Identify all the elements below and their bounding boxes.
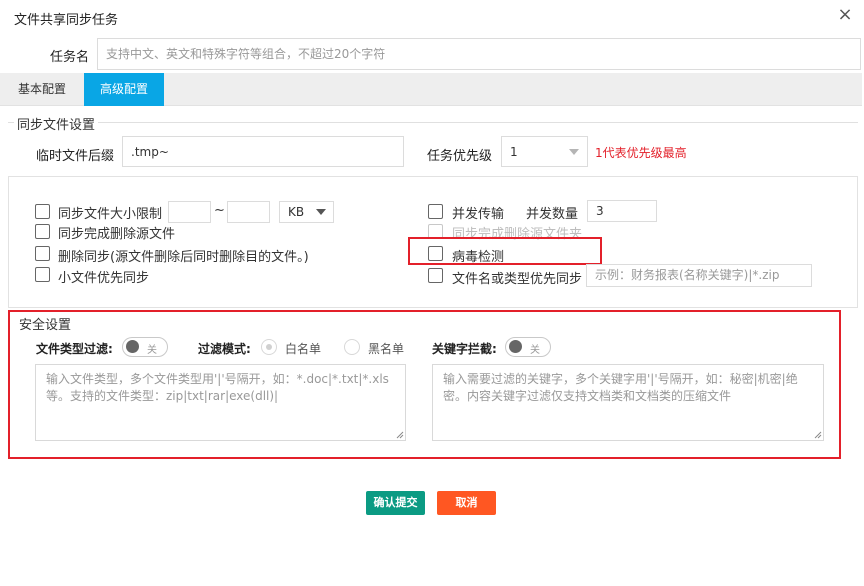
- name-priority-checkbox[interactable]: [428, 268, 443, 283]
- security-settings-legend: 安全设置: [16, 314, 75, 333]
- size-limit-label: 同步文件大小限制: [58, 207, 163, 222]
- size-min-input[interactable]: [168, 201, 211, 223]
- size-range-separator: ~: [214, 203, 225, 218]
- toggle-knob: [509, 340, 522, 353]
- radio-selected-dot: [266, 344, 272, 350]
- task-priority-value: 1: [510, 145, 518, 159]
- task-name-input[interactable]: 支持中文、英文和特殊字符等组合，不超过20个字符: [97, 38, 861, 70]
- chevron-down-icon: [316, 209, 326, 215]
- name-priority-label: 文件名或类型优先同步: [452, 272, 583, 287]
- priority-hint: 1代表优先级最高: [595, 146, 687, 160]
- confirm-button[interactable]: 确认提交: [366, 491, 425, 515]
- whitelist-label: 白名单: [285, 342, 322, 356]
- delete-source-checkbox[interactable]: [35, 224, 50, 239]
- keyword-block-label: 关键字拦截:: [432, 342, 497, 356]
- blacklist-label: 黑名单: [368, 342, 405, 356]
- concurrent-label: 并发传输: [452, 207, 505, 222]
- name-priority-input[interactable]: 示例：财务报表(名称关键字)|*.zip: [586, 264, 812, 287]
- file-type-filter-label: 文件类型过滤:: [36, 342, 113, 356]
- delete-sync-label: 删除同步(源文件删除后同时删除目的文件。): [58, 250, 309, 265]
- size-unit-value: KB: [288, 205, 305, 219]
- size-max-input[interactable]: [227, 201, 270, 223]
- toggle-knob: [126, 340, 139, 353]
- whitelist-radio[interactable]: [261, 339, 277, 355]
- toggle-state-text: 关: [530, 345, 540, 356]
- dialog-title: 文件共享同步任务: [14, 13, 119, 28]
- chevron-down-icon: [569, 149, 579, 155]
- toggle-state-text: 关: [147, 345, 157, 356]
- temp-suffix-label: 临时文件后缀: [36, 149, 115, 164]
- cancel-button[interactable]: 取消: [437, 491, 496, 515]
- keywords-textarea[interactable]: 输入需要过滤的关键字，多个关键字用'|'号隔开，如：秘密|机密|绝密。内容关键字…: [432, 364, 824, 441]
- virus-scan-label: 病毒检测: [452, 250, 505, 265]
- delete-sync-checkbox[interactable]: [35, 246, 50, 261]
- blacklist-radio[interactable]: [344, 339, 360, 355]
- file-type-filter-toggle[interactable]: 关: [122, 337, 168, 357]
- task-priority-label: 任务优先级: [427, 149, 493, 164]
- tab-basic-config[interactable]: 基本配置: [6, 73, 78, 106]
- concurrent-count-label: 并发数量: [526, 207, 579, 222]
- task-name-label: 任务名: [50, 50, 90, 65]
- delete-source-label: 同步完成删除源文件: [58, 227, 176, 242]
- close-icon[interactable]: ×: [836, 5, 854, 25]
- sync-settings-legend: 同步文件设置: [14, 114, 99, 133]
- filter-mode-label: 过滤模式:: [198, 342, 251, 356]
- temp-suffix-input[interactable]: .tmp~: [122, 136, 404, 167]
- file-types-textarea[interactable]: 输入文件类型，多个文件类型用'|'号隔开，如：*.doc|*.txt|*.xls…: [35, 364, 406, 441]
- size-limit-checkbox[interactable]: [35, 204, 50, 219]
- keyword-block-toggle[interactable]: 关: [505, 337, 551, 357]
- small-first-checkbox[interactable]: [35, 267, 50, 282]
- sync-settings-divider: [8, 122, 858, 123]
- virus-scan-checkbox[interactable]: [428, 246, 443, 261]
- concurrent-count-input[interactable]: 3: [587, 200, 657, 222]
- concurrent-checkbox[interactable]: [428, 204, 443, 219]
- resize-grip-icon[interactable]: [814, 431, 822, 439]
- resize-grip-icon[interactable]: [396, 431, 404, 439]
- tab-advanced-config[interactable]: 高级配置: [84, 73, 164, 106]
- small-first-label: 小文件优先同步: [58, 271, 150, 286]
